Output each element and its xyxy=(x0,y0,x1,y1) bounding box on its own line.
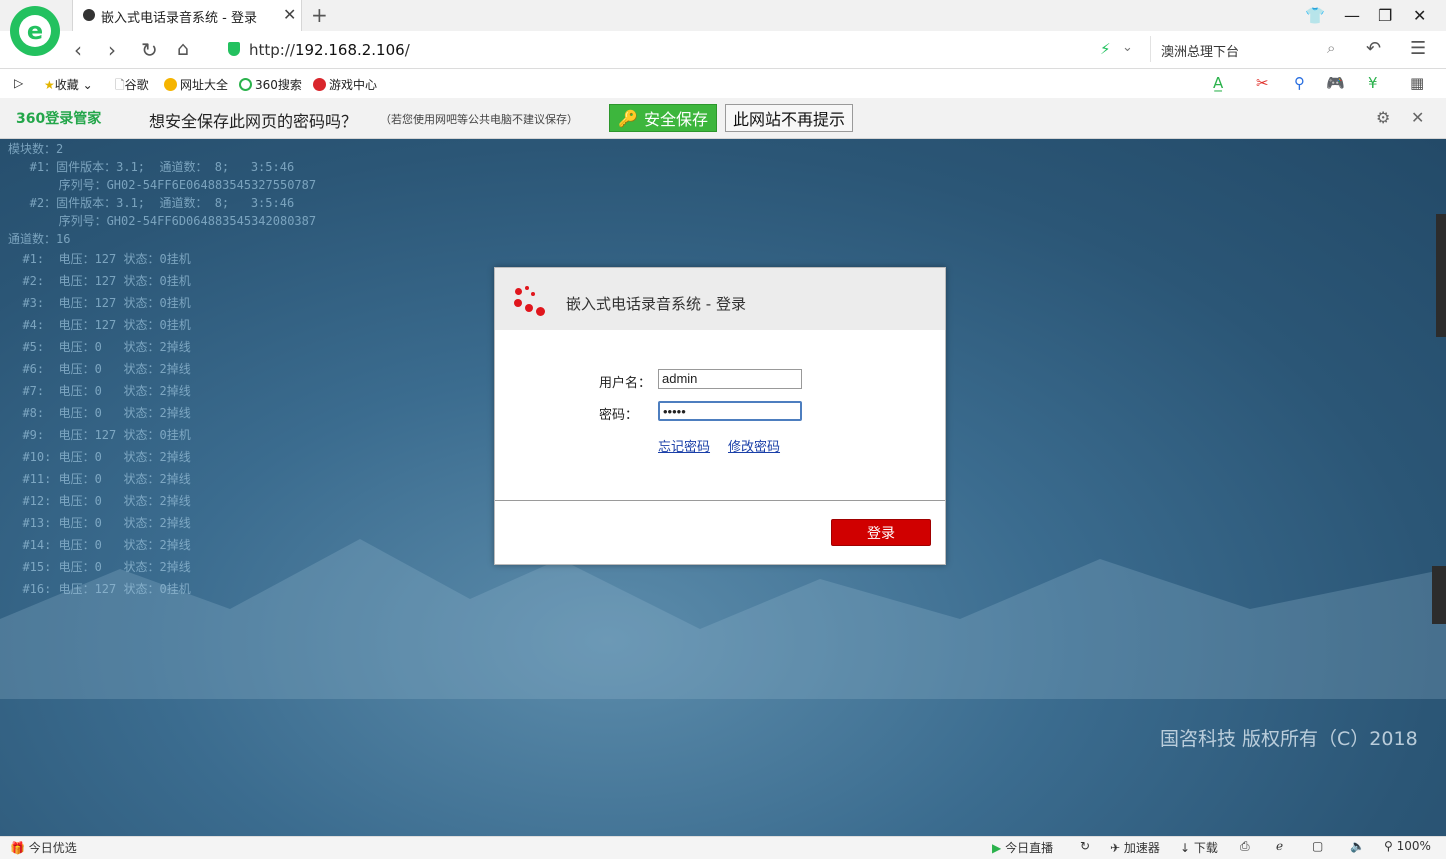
password-save-note: （若您使用网吧等公共电脑不建议保存） xyxy=(380,113,578,126)
username-input[interactable]: admin xyxy=(658,369,802,389)
sidebar-toggle-icon[interactable]: ▷ xyxy=(14,76,23,90)
screenshot-scissors-icon[interactable]: ✂ xyxy=(1256,74,1269,92)
login-manager-brand: 360登录管家 xyxy=(16,111,102,127)
forgot-password-link[interactable]: 忘记密码 xyxy=(658,436,710,455)
channel-row: #10: 电压：0 状态：2掉线 xyxy=(8,450,191,464)
channel-row: #13: 电压：0 状态：2掉线 xyxy=(8,516,191,530)
key-icon: 🔑 xyxy=(618,108,638,128)
zoom-control[interactable]: ⚲ 100% xyxy=(1384,839,1431,853)
close-icon[interactable]: ✕ xyxy=(1411,108,1424,127)
logo-dot xyxy=(536,307,545,316)
bookmark-360search[interactable]: 360搜索 xyxy=(239,76,302,93)
back-icon[interactable]: ‹ xyxy=(74,38,82,62)
security-shield-icon[interactable] xyxy=(228,42,240,56)
username-label: 用户名： xyxy=(599,376,652,391)
channel-row: #1: 电压：127 状态：0挂机 xyxy=(8,252,191,266)
channel-row: #16: 电压：127 状态：0挂机 xyxy=(8,582,191,596)
password-input[interactable]: ••••• xyxy=(658,401,802,421)
never-prompt-button[interactable]: 此网站不再提示 xyxy=(725,104,853,132)
channel-row: #7: 电压：0 状态：2掉线 xyxy=(8,384,191,398)
safe-save-button[interactable]: 🔑 安全保存 xyxy=(609,104,717,132)
logo-dot xyxy=(515,288,522,295)
password-label: 密码： xyxy=(599,408,639,423)
change-password-link[interactable]: 修改密码 xyxy=(728,436,780,455)
channel-row: #4: 电压：127 状态：0挂机 xyxy=(8,318,191,332)
tab-active[interactable]: 嵌入式电话录音系统 - 登录 ✕ xyxy=(72,0,302,31)
login-button[interactable]: 登录 xyxy=(831,519,931,546)
speed-mode-icon[interactable]: ⚡ xyxy=(1100,40,1111,58)
gear-icon[interactable]: ⚙ xyxy=(1376,108,1390,127)
logo-dot xyxy=(514,299,522,307)
browser-logo-icon[interactable]: e xyxy=(10,6,60,56)
channel-row: #5: 电压：0 状态：2掉线 xyxy=(8,340,191,354)
channel-row: #9: 电压：127 状态：0挂机 xyxy=(8,428,191,442)
live-stream[interactable]: ▶ 今日直播 xyxy=(992,839,1053,856)
window-icon[interactable]: ▢ xyxy=(1312,839,1323,853)
minimize-icon[interactable]: — xyxy=(1344,6,1360,25)
channel-row: #2: 电压：127 状态：0挂机 xyxy=(8,274,191,288)
search-icon[interactable]: ⌕ xyxy=(1327,39,1335,57)
channel-row: #8: 电压：0 状态：2掉线 xyxy=(8,406,191,420)
logo-dot xyxy=(531,292,535,296)
ie-mode-icon[interactable]: ℯ xyxy=(1276,839,1283,853)
chevron-down-icon[interactable]: ⌄ xyxy=(1122,40,1133,55)
modules-count: 模块数：2 xyxy=(8,142,64,156)
url-input[interactable]: http://192.168.2.106/ xyxy=(249,41,410,59)
bookmark-hao123[interactable]: 网址大全 xyxy=(164,76,228,93)
translate-icon[interactable]: A̲ xyxy=(1213,74,1223,92)
bookmark-google[interactable]: 🗋谷歌 xyxy=(115,76,149,97)
search-input[interactable]: 澳洲总理下台 ⌕ xyxy=(1150,36,1351,62)
module-2-serial: 序列号：GH02-54FF6D064883545342080387 xyxy=(8,214,317,228)
download[interactable]: ↓ 下载 xyxy=(1180,839,1218,856)
apps-grid-icon[interactable]: ▦ xyxy=(1410,74,1424,92)
channel-row: #12: 电压：0 状态：2掉线 xyxy=(8,494,191,508)
bookmark-favorites[interactable]: ★收藏 ⌄ xyxy=(44,76,93,93)
forward-icon[interactable]: › xyxy=(108,38,116,62)
logo-dot xyxy=(525,304,533,312)
new-tab-icon[interactable]: + xyxy=(311,3,328,27)
reload-icon[interactable]: ↻ xyxy=(141,38,158,62)
password-save-question: 想安全保存此网页的密码吗？ xyxy=(149,112,358,131)
accelerator[interactable]: ✈ 加速器 xyxy=(1110,839,1160,856)
module-2-firmware: #2：固件版本：3.1; 通道数： 8; 3:5:46 xyxy=(8,196,295,210)
payment-icon[interactable]: ¥ xyxy=(1368,74,1378,92)
maximize-icon[interactable]: ❐ xyxy=(1378,6,1392,25)
module-1-firmware: #1：固件版本：3.1; 通道数： 8; 3:5:46 xyxy=(8,160,295,174)
skin-icon[interactable]: 👕 xyxy=(1305,6,1325,25)
channels-count: 通道数：16 xyxy=(8,232,71,246)
channel-row: #15: 电压：0 状态：2掉线 xyxy=(8,560,191,574)
undo-close-icon[interactable]: ↶ xyxy=(1366,38,1381,59)
pdf-icon[interactable]: ⎙ xyxy=(1240,839,1250,854)
home-icon[interactable]: ⌂ xyxy=(177,38,189,60)
refresh-icon[interactable]: ↻ xyxy=(1080,839,1090,853)
device-status-panel: 模块数：2 #1：固件版本：3.1; 通道数： 8; 3:5:46 序列号：GH… xyxy=(8,140,316,600)
login-dialog: 嵌入式电话录音系统 - 登录 用户名： admin 密码： ••••• 忘记密码… xyxy=(494,267,946,565)
bookmark-game-center[interactable]: 游戏中心 xyxy=(313,76,377,93)
tab-title: 嵌入式电话录音系统 - 登录 xyxy=(101,11,257,26)
side-panel-handle[interactable] xyxy=(1436,214,1446,337)
logo-dot xyxy=(525,286,529,290)
status-bar xyxy=(0,836,1446,859)
game-controller-icon[interactable]: 🎮 xyxy=(1326,74,1345,92)
login-dialog-title: 嵌入式电话录音系统 - 登录 xyxy=(566,295,746,313)
menu-icon[interactable]: ☰ xyxy=(1410,38,1426,59)
daily-picks[interactable]: 🎁 今日优选 xyxy=(10,839,77,856)
window-close-icon[interactable]: ✕ xyxy=(1413,6,1426,25)
page-favicon-icon xyxy=(83,9,95,21)
channel-row: #11: 电压：0 状态：2掉线 xyxy=(8,472,191,486)
mute-icon[interactable]: 🔈 xyxy=(1350,839,1365,853)
copyright-text: 国咨科技 版权所有（C）2018 xyxy=(1160,728,1418,750)
tab-close-icon[interactable]: ✕ xyxy=(283,5,296,24)
channel-row: #3: 电压：127 状态：0挂机 xyxy=(8,296,191,310)
scroll-handle[interactable] xyxy=(1432,566,1446,624)
dialog-divider xyxy=(495,500,945,501)
channel-row: #6: 电压：0 状态：2掉线 xyxy=(8,362,191,376)
find-icon[interactable]: ⚲ xyxy=(1294,74,1305,92)
channel-row: #14: 电压：0 状态：2掉线 xyxy=(8,538,191,552)
login-dialog-header: 嵌入式电话录音系统 - 登录 xyxy=(495,268,945,330)
module-1-serial: 序列号：GH02-54FF6E064883545327550787 xyxy=(8,178,317,192)
